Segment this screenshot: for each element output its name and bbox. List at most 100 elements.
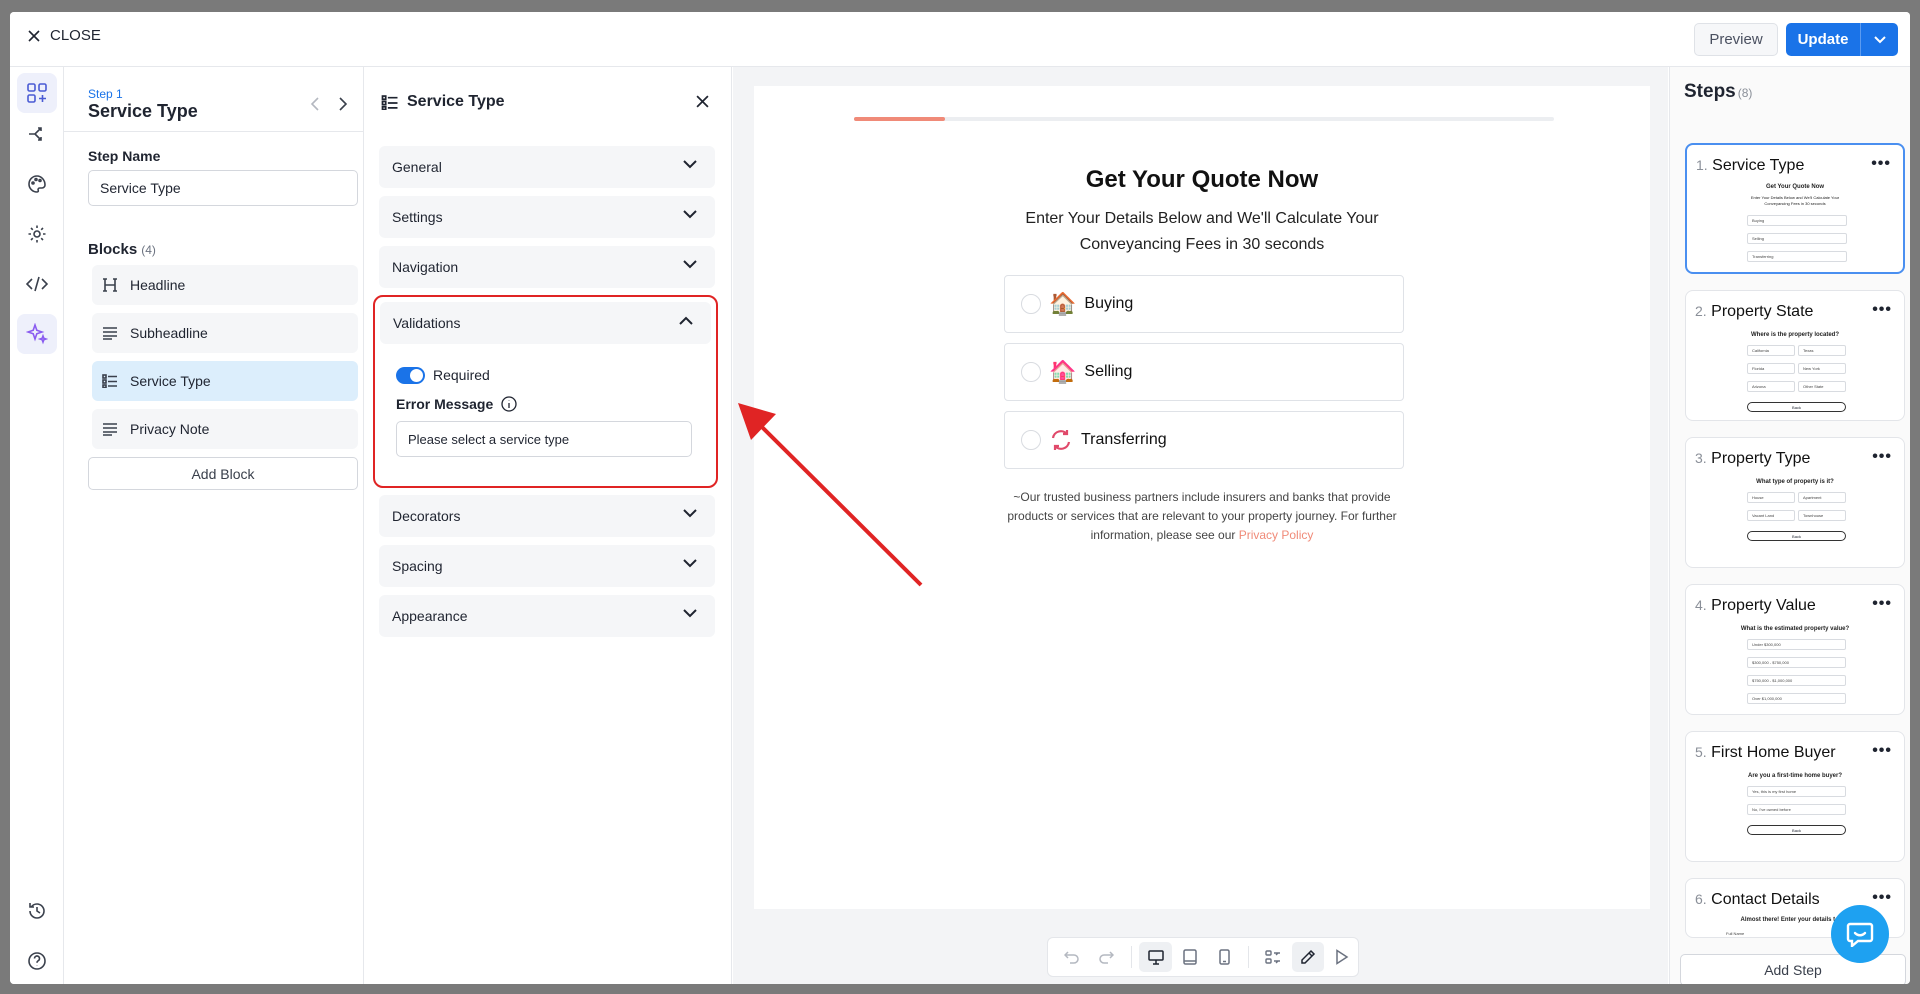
section-appearance[interactable]: Appearance (379, 595, 715, 637)
form-preview: Get Your Quote Now Enter Your Details Be… (754, 86, 1650, 909)
gear-icon (28, 225, 46, 243)
privacy-policy-link[interactable]: Privacy Policy (1239, 528, 1314, 542)
block-settings-panel: Service Type General Settings Navigation… (365, 67, 732, 984)
step-card-question: What is the estimated property value? (1740, 626, 1850, 632)
section-label: General (392, 159, 442, 175)
chevron-down-icon (683, 609, 697, 618)
more-options-icon[interactable]: ••• (1872, 889, 1892, 907)
chevron-down-icon (683, 210, 697, 219)
steps-panel: Steps (8) 1. Service Type ••• Get Your Qu… (1669, 67, 1910, 984)
transfer-icon (1051, 430, 1071, 450)
chevron-right-icon[interactable] (338, 97, 348, 111)
section-settings[interactable]: Settings (379, 196, 715, 238)
form-subtitle: Enter Your Details Below and We'll Calcu… (1025, 210, 1379, 253)
required-label: Required (433, 367, 490, 383)
mobile-view-button[interactable] (1208, 942, 1240, 972)
info-icon[interactable] (501, 396, 517, 412)
top-bar: CLOSE Preview Update (10, 12, 1910, 67)
error-message-input[interactable]: Please select a service type (396, 421, 692, 457)
blocks-nav-button[interactable] (17, 73, 57, 113)
mini-back-button: Back (1747, 402, 1846, 412)
blocks-label: Blocks (88, 241, 138, 258)
chevron-left-icon[interactable] (310, 97, 320, 111)
step-card-service-type[interactable]: 1. Service Type ••• Get Your Quote Now E… (1685, 143, 1905, 274)
mini-option: Townhouse (1798, 510, 1846, 521)
step-card-first-home-buyer[interactable]: 5. First Home Buyer ••• Are you a first-… (1685, 731, 1905, 862)
history-nav-button[interactable] (17, 891, 57, 931)
section-general[interactable]: General (379, 146, 715, 188)
option-selling[interactable]: 🏠 Selling (1004, 343, 1404, 401)
close-button[interactable]: CLOSE (28, 27, 101, 44)
block-item-headline[interactable]: Headline (92, 265, 358, 305)
mobile-icon (1218, 949, 1230, 965)
block-item-service-type[interactable]: Service Type (92, 361, 358, 401)
block-item-privacy-note[interactable]: Privacy Note (92, 409, 358, 449)
play-icon (1336, 949, 1349, 965)
section-spacing[interactable]: Spacing (379, 545, 715, 587)
step-card-question: What type of property is it? (1756, 479, 1834, 485)
settings-close-button[interactable] (696, 95, 709, 113)
separator (1130, 946, 1132, 968)
progress-bar (854, 117, 1554, 121)
block-item-subheadline[interactable]: Subheadline (92, 313, 358, 353)
step-card-property-state[interactable]: 2. Property State ••• Where is the prope… (1685, 290, 1905, 421)
chevron-down-icon (1873, 35, 1886, 43)
step-card-property-value[interactable]: 4. Property Value ••• What is the estima… (1685, 584, 1905, 715)
icon-rail (10, 67, 64, 984)
house-sale-icon: 🏠 (1049, 359, 1077, 384)
edit-mode-button[interactable] (1291, 942, 1324, 972)
palette-icon (28, 175, 46, 193)
editor-window: CLOSE Preview Update Step 1 Service Type… (10, 12, 1910, 984)
step-card-title: 5. First Home Buyer (1695, 744, 1836, 761)
radio-button[interactable] (1021, 430, 1041, 450)
option-transferring[interactable]: Transferring (1004, 411, 1404, 469)
history-icon (29, 903, 45, 919)
undo-icon (1064, 951, 1079, 964)
list-icon (381, 94, 398, 110)
more-options-icon[interactable]: ••• (1872, 595, 1892, 613)
redo-icon (1099, 951, 1115, 964)
more-options-icon[interactable]: ••• (1871, 155, 1891, 173)
mini-option: Other State (1798, 381, 1846, 392)
update-options-button[interactable] (1861, 23, 1898, 56)
update-button[interactable]: Update (1786, 23, 1861, 56)
required-toggle[interactable] (396, 367, 425, 384)
close-label: CLOSE (50, 27, 101, 44)
step-card-property-type[interactable]: 3. Property Type ••• What type of proper… (1685, 437, 1905, 568)
support-chat-button[interactable] (1831, 905, 1889, 963)
mini-option: Buying (1747, 215, 1847, 226)
preview-button[interactable]: Preview (1694, 23, 1778, 56)
chevron-down-icon (683, 260, 697, 269)
more-options-icon[interactable]: ••• (1872, 301, 1892, 319)
tablet-icon (1183, 949, 1197, 965)
undo-button[interactable] (1056, 942, 1088, 972)
chevron-down-icon (683, 559, 697, 568)
more-options-icon[interactable]: ••• (1872, 742, 1892, 760)
step-name-input[interactable]: Service Type (88, 170, 358, 206)
radio-button[interactable] (1021, 362, 1041, 382)
tablet-view-button[interactable] (1174, 942, 1206, 972)
desktop-view-button[interactable] (1139, 942, 1172, 972)
radio-button[interactable] (1021, 294, 1041, 314)
option-buying[interactable]: 🏠 Buying (1004, 275, 1404, 333)
separator (1248, 946, 1250, 968)
section-navigation[interactable]: Navigation (379, 246, 715, 288)
ai-nav-button[interactable] (17, 314, 57, 354)
theme-nav-button[interactable] (17, 164, 57, 204)
preview-play-button[interactable] (1326, 942, 1358, 972)
mini-option: $300,000 - $750,000 (1747, 657, 1846, 668)
section-validations[interactable]: Validations (380, 302, 711, 344)
settings-nav-button[interactable] (17, 214, 57, 254)
layout-button[interactable] (1257, 942, 1289, 972)
mini-option: House (1747, 492, 1795, 503)
mini-option: $750,000 - $1,000,000 (1747, 675, 1846, 686)
mini-option: Texas (1798, 345, 1846, 356)
section-label: Decorators (392, 508, 461, 524)
help-nav-button[interactable] (17, 941, 57, 981)
logic-nav-button[interactable] (17, 114, 57, 154)
more-options-icon[interactable]: ••• (1872, 448, 1892, 466)
code-nav-button[interactable] (17, 264, 57, 304)
redo-button[interactable] (1090, 942, 1122, 972)
section-decorators[interactable]: Decorators (379, 495, 715, 537)
add-block-button[interactable]: Add Block (88, 457, 358, 490)
